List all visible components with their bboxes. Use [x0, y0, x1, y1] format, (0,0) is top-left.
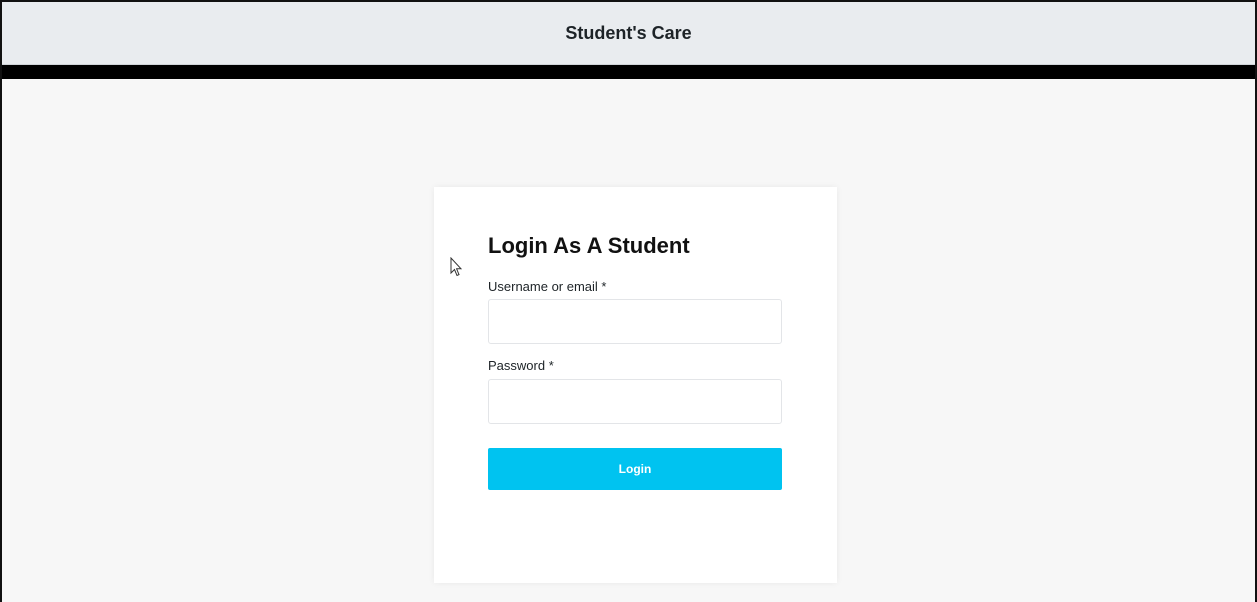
- login-button[interactable]: Login: [488, 448, 782, 490]
- login-heading: Login As A Student: [488, 233, 690, 258]
- app-title: Student's Care: [565, 22, 692, 43]
- username-input[interactable]: [488, 299, 782, 344]
- password-input[interactable]: [488, 379, 782, 424]
- login-card: Login As A Student Username or email * P…: [434, 187, 837, 583]
- password-label: Password *: [488, 358, 554, 373]
- app-header: Student's Care: [2, 2, 1255, 65]
- browser-frame: Student's Care Login As A Student Userna…: [0, 0, 1257, 602]
- username-label: Username or email *: [488, 279, 607, 294]
- mouse-pointer-icon: [450, 257, 462, 277]
- header-divider-bar: [2, 65, 1255, 79]
